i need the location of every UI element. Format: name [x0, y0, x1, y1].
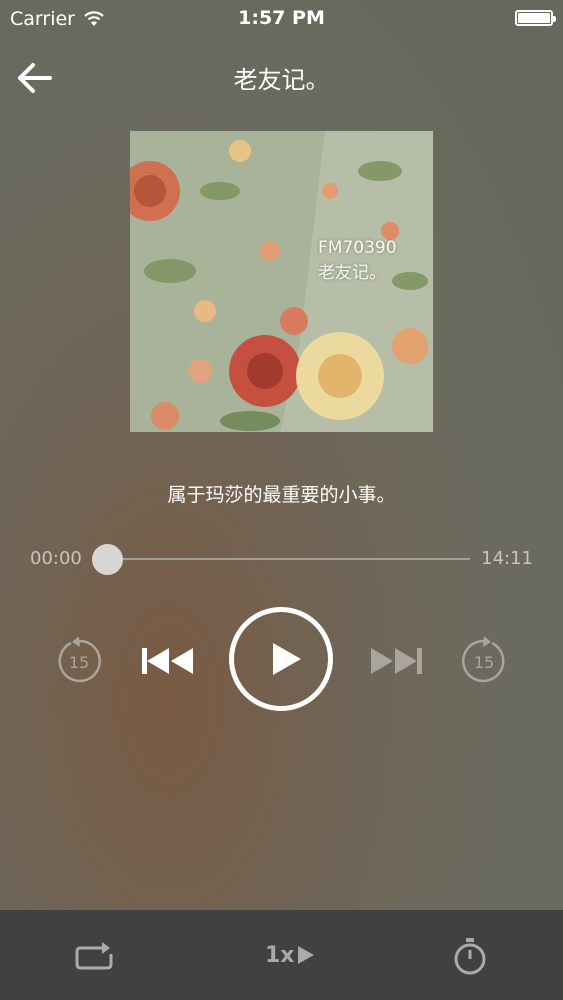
cover-caption-line2: 老友记。 — [318, 263, 386, 283]
elapsed-time: 00:00 — [30, 548, 82, 569]
episode-title: 属于玛莎的最重要的小事。 — [167, 484, 396, 506]
play-icon — [273, 643, 301, 675]
status-time: 1:57 PM — [238, 7, 325, 29]
page-title: 老友记。 — [233, 66, 330, 94]
progress-thumb[interactable] — [92, 544, 123, 575]
previous-icon[interactable] — [140, 645, 196, 677]
rewind-15-icon[interactable]: 15 — [55, 637, 103, 685]
cover-caption: FM70390 老友记。 — [318, 236, 397, 286]
bottom-toolbar: 1x — [0, 910, 563, 1000]
forward-15-icon[interactable]: 15 — [460, 637, 508, 685]
speed-play-icon — [297, 946, 314, 964]
repeat-icon[interactable] — [72, 932, 116, 978]
speed-button[interactable]: 1x — [265, 932, 325, 978]
forward-15-label: 15 — [474, 653, 494, 672]
progress-track[interactable] — [106, 558, 470, 560]
nav-bar: 老友记。 — [0, 46, 563, 106]
status-bar: Carrier 1:57 PM — [0, 0, 563, 38]
play-button[interactable] — [229, 607, 333, 711]
battery-icon — [515, 10, 556, 26]
timer-icon[interactable] — [452, 932, 488, 978]
rewind-15-label: 15 — [69, 653, 89, 672]
next-icon[interactable] — [368, 645, 424, 677]
cover-caption-line1: FM70390 — [318, 238, 397, 258]
speed-label: 1x — [265, 942, 295, 968]
total-duration: 14:11 — [481, 548, 533, 569]
